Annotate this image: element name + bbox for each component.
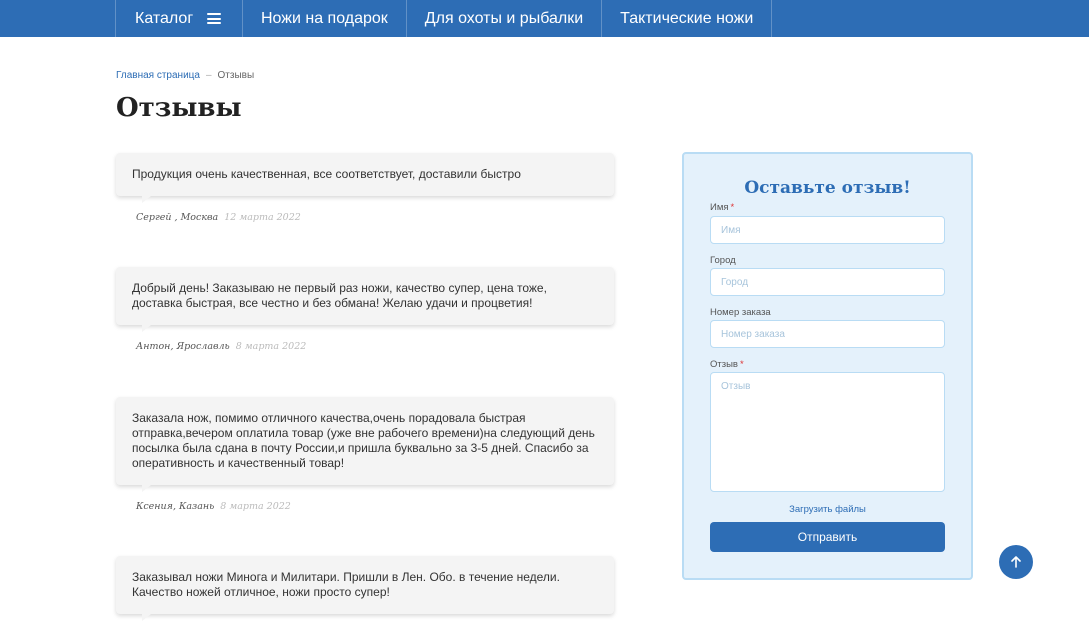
review-text: Продукция очень качественная, все соотве… bbox=[116, 153, 614, 203]
nav-item-hunting-fishing[interactable]: Для охоты и рыбалки bbox=[407, 0, 603, 37]
review-item: Продукция очень качественная, все соотве… bbox=[116, 153, 614, 223]
review-text: Заказывал ножи Минога и Милитари. Пришли… bbox=[116, 556, 614, 621]
review-item: Заказывал ножи Минога и Милитари. Пришли… bbox=[116, 556, 614, 621]
nav-catalog[interactable]: Каталог bbox=[116, 0, 243, 37]
review-date: 12 марта 2022 bbox=[224, 212, 301, 223]
upload-files-link[interactable]: Загрузить файлы bbox=[684, 504, 971, 515]
review-date: 8 марта 2022 bbox=[235, 341, 307, 352]
review-form: Оставьте отзыв! Имя* Город Номер заказа … bbox=[682, 152, 973, 580]
breadcrumb-separator: – bbox=[205, 70, 212, 81]
nav-spacer bbox=[0, 0, 116, 37]
nav-item-gift-knives[interactable]: Ножи на подарок bbox=[243, 0, 407, 37]
form-title: Оставьте отзыв! bbox=[744, 178, 911, 198]
submit-button[interactable]: Отправить bbox=[710, 522, 945, 552]
review-author: Ксения, Казань bbox=[136, 501, 215, 512]
review-text: Добрый день! Заказываю не первый раз нож… bbox=[116, 267, 614, 332]
required-mark: * bbox=[739, 359, 744, 370]
page-title: Отзывы bbox=[116, 93, 242, 123]
city-label: Город bbox=[710, 255, 736, 266]
review-label-text: Отзыв bbox=[710, 359, 738, 370]
review-author: Антон, Ярославль bbox=[136, 341, 230, 352]
required-mark: * bbox=[730, 202, 735, 213]
breadcrumb-home-link[interactable]: Главная страница bbox=[116, 70, 200, 81]
nav-item-label: Ножи на подарок bbox=[261, 9, 388, 27]
top-navigation: Каталог Ножи на подарок Для охоты и рыба… bbox=[0, 0, 1089, 37]
menu-icon bbox=[207, 13, 222, 24]
review-item: Добрый день! Заказываю не первый раз нож… bbox=[116, 267, 614, 352]
name-label: Имя * bbox=[710, 202, 734, 213]
review-meta: Ксения, Казань 8 марта 2022 bbox=[116, 501, 614, 512]
review-author: Сергей , Москва bbox=[136, 212, 219, 223]
breadcrumb-current: Отзывы bbox=[217, 70, 255, 81]
order-number-input[interactable] bbox=[710, 320, 945, 348]
city-input[interactable] bbox=[710, 268, 945, 296]
nav-item-label: Тактические ножи bbox=[620, 9, 754, 27]
review-item: Заказала нож, помимо отличного качества,… bbox=[116, 397, 614, 512]
review-label: Отзыв * bbox=[710, 359, 744, 370]
review-meta: Сергей , Москва 12 марта 2022 bbox=[116, 212, 614, 223]
order-number-label: Номер заказа bbox=[710, 307, 771, 318]
breadcrumb: Главная страница – Отзывы bbox=[116, 70, 254, 81]
name-input[interactable] bbox=[710, 216, 945, 244]
review-text: Заказала нож, помимо отличного качества,… bbox=[116, 397, 614, 492]
arrow-up-icon bbox=[1011, 556, 1021, 568]
name-label-text: Имя bbox=[710, 202, 729, 213]
nav-item-label: Для охоты и рыбалки bbox=[424, 9, 584, 27]
review-textarea[interactable] bbox=[710, 372, 945, 492]
scroll-top-button[interactable] bbox=[999, 545, 1033, 579]
nav-catalog-label: Каталог bbox=[135, 9, 194, 27]
review-meta: Антон, Ярославль 8 марта 2022 bbox=[116, 341, 614, 352]
nav-item-tactical-knives[interactable]: Тактические ножи bbox=[602, 0, 773, 37]
review-date: 8 марта 2022 bbox=[220, 501, 291, 512]
